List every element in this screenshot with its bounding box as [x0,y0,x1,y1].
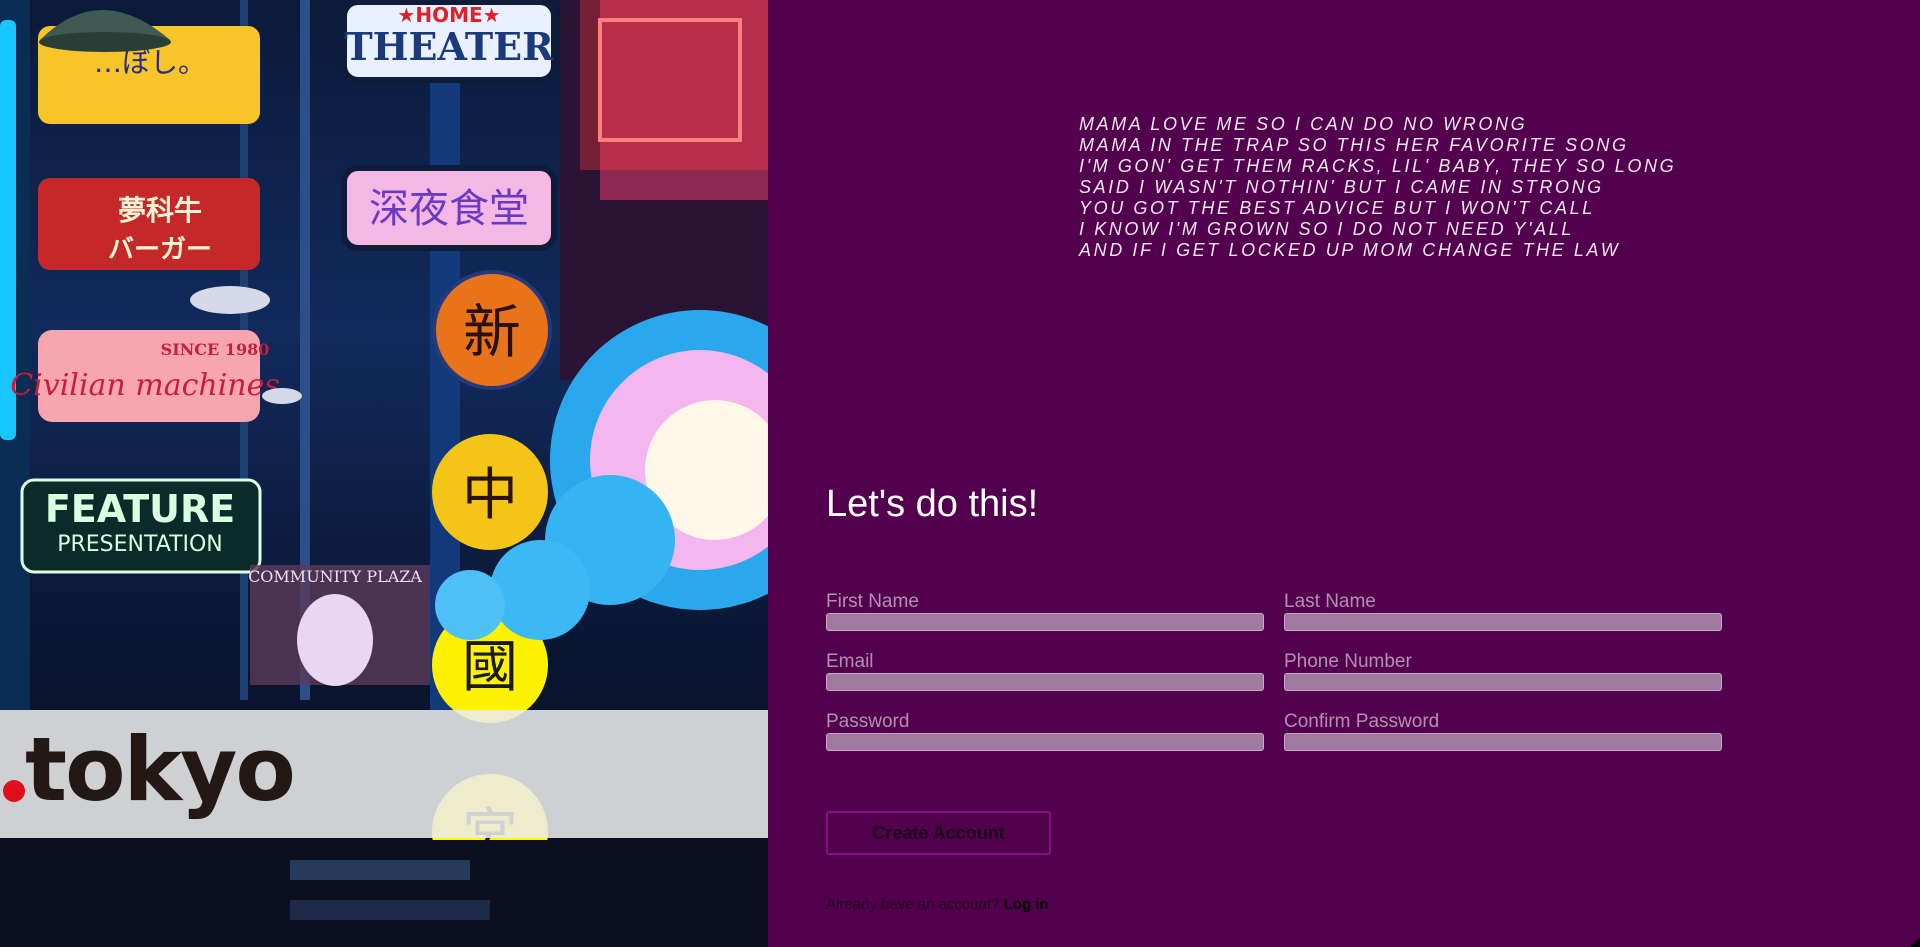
email-field: Email [826,651,1264,691]
phone-label: Phone Number [1284,651,1412,672]
svg-text:FEATURE: FEATURE [45,487,235,531]
lyric-line: I'M GON' GET THEM RACKS, LIL' BABY, THEY… [1079,156,1677,176]
lyric-line: MAMA LOVE ME SO I CAN DO NO WRONG [1079,114,1528,134]
form-heading: Let's do this! [826,483,1039,525]
svg-text:バーガー: バーガー [108,235,212,265]
password-label: Password [826,711,910,732]
resize-grip-icon[interactable] [1910,937,1920,947]
login-prompt-text: Already have an account? [826,896,1000,913]
phone-input[interactable] [1284,673,1722,691]
logo-dot-icon [3,780,25,802]
lyric-line: SAID I WASN'T NOTHIN' BUT I CAME IN STRO… [1079,177,1604,197]
signup-page: …ぼし。 ★HOME★ THEATER 夢科牛 バーガー 深夜食堂 Civili… [0,0,1920,947]
create-account-button[interactable]: Create Account [826,811,1051,855]
confirm-password-input[interactable] [1284,733,1722,751]
svg-text:中: 中 [462,463,518,528]
login-link[interactable]: Log in [1004,896,1049,913]
login-prompt: Already have an account? Log in [826,896,1049,913]
last-name-label: Last Name [1284,591,1376,612]
lyric-line: I KNOW I'M GROWN SO I DO NOT NEED Y'ALL [1079,219,1574,239]
lyric-line: YOU GOT THE BEST ADVICE BUT I WON'T CALL [1079,198,1595,218]
hero-panel: …ぼし。 ★HOME★ THEATER 夢科牛 バーガー 深夜食堂 Civili… [0,0,768,947]
svg-text:Civilian machines: Civilian machines [10,368,280,403]
svg-text:SINCE 1980: SINCE 1980 [161,340,270,359]
last-name-field: Last Name [1284,591,1722,631]
password-input[interactable] [826,733,1264,751]
svg-text:新: 新 [463,298,521,366]
lyric-line: MAMA IN THE TRAP SO THIS HER FAVORITE SO… [1079,135,1629,155]
password-field: Password [826,711,1264,751]
confirm-password-field: Confirm Password [1284,711,1722,751]
email-input[interactable] [826,673,1264,691]
svg-text:THEATER: THEATER [344,24,554,69]
tokyo-logo: tokyo [0,714,296,824]
lyrics-block: MAMA LOVE ME SO I CAN DO NO WRONG MAMA I… [1079,114,1676,261]
svg-text:夢科牛: 夢科牛 [118,194,202,227]
svg-text:PRESENTATION: PRESENTATION [57,532,223,557]
svg-text:COMMUNITY PLAZA: COMMUNITY PLAZA [248,567,422,586]
first-name-field: First Name [826,591,1264,631]
lyric-line: AND IF I GET LOCKED UP MOM CHANGE THE LA… [1079,240,1621,260]
svg-text:深夜食堂: 深夜食堂 [369,186,529,232]
svg-text:國: 國 [462,635,518,700]
first-name-label: First Name [826,591,919,612]
confirm-password-label: Confirm Password [1284,711,1440,732]
last-name-input[interactable] [1284,613,1722,631]
phone-field: Phone Number [1284,651,1722,691]
logo-text: tokyo [25,718,296,821]
first-name-input[interactable] [826,613,1264,631]
email-label: Email [826,651,874,672]
